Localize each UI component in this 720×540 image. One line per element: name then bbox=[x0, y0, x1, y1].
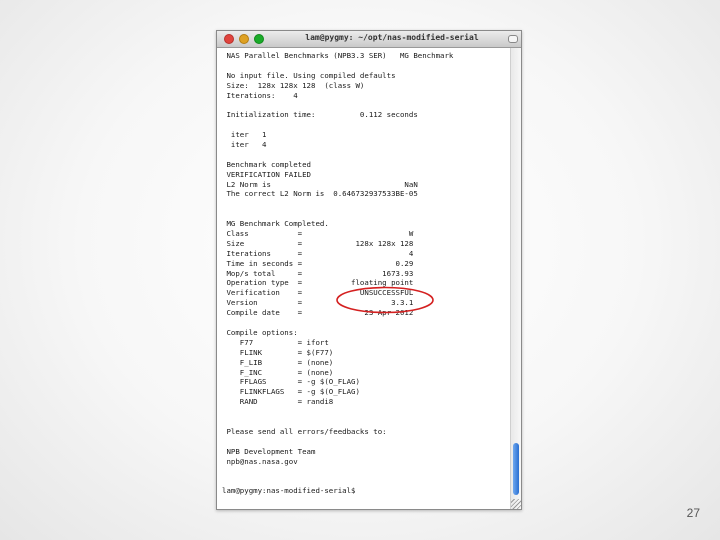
terminal-line: iter 1 bbox=[222, 130, 267, 140]
terminal-line: F_INC = (none) bbox=[222, 367, 334, 377]
window-title: lam@pygmy: ~/opt/nas-modified-serial bbox=[305, 33, 479, 42]
terminal-line: Size: 128x 128x 128 (class W) bbox=[222, 80, 365, 90]
terminal-line: L2 Norm is NaN bbox=[222, 179, 418, 189]
terminal-line: NPB Development Team bbox=[222, 446, 316, 456]
terminal-window: lam@pygmy: ~/opt/nas-modified-serial NAS… bbox=[216, 30, 522, 510]
terminal-line: FFLAGS = -g $(O_FLAG) bbox=[222, 377, 360, 387]
terminal-line: RAND = randi8 bbox=[222, 397, 334, 407]
terminal-line: Initialization time: 0.112 seconds bbox=[222, 110, 418, 120]
terminal-line: Compile options: bbox=[222, 327, 298, 337]
terminal-lines: NAS Parallel Benchmarks (NPB3.3 SER) MG … bbox=[217, 48, 511, 496]
terminal-line: Iterations = 4 bbox=[222, 248, 414, 258]
minimize-icon[interactable] bbox=[239, 34, 249, 44]
terminal-line: NAS Parallel Benchmarks (NPB3.3 SER) MG … bbox=[222, 51, 454, 60]
terminal-line: Size = 128x 128x 128 bbox=[222, 238, 414, 248]
terminal-line: Verification = UNSUCCESSFUL bbox=[222, 288, 414, 298]
vertical-scrollbar[interactable] bbox=[510, 48, 521, 509]
terminal-line: The correct L2 Norm is 0.646732937533BE-… bbox=[222, 189, 418, 199]
terminal-line: Time in seconds = 0.29 bbox=[222, 258, 414, 268]
toolbar-toggle-icon[interactable] bbox=[508, 35, 518, 43]
terminal-line: npb@nas.nasa.gov bbox=[222, 456, 298, 466]
terminal-line: FLINK = $(F77) bbox=[222, 347, 334, 357]
terminal-line: FLINKFLAGS = -g $(O_FLAG) bbox=[222, 387, 360, 397]
terminal-line: iter 4 bbox=[222, 140, 267, 150]
window-titlebar[interactable]: lam@pygmy: ~/opt/nas-modified-serial bbox=[217, 31, 521, 48]
terminal-line: No input file. Using compiled defaults bbox=[222, 70, 396, 80]
resize-grip-icon[interactable] bbox=[511, 499, 521, 509]
terminal-line: F_LIB = (none) bbox=[222, 357, 334, 367]
terminal-line: Operation type = floating point bbox=[222, 278, 414, 288]
terminal-line: VERIFICATION FAILED bbox=[222, 169, 311, 179]
terminal-line: Class = W bbox=[222, 229, 414, 239]
terminal-line: Version = 3.3.1 bbox=[222, 298, 414, 308]
terminal-line: Please send all errors/feedbacks to: bbox=[222, 426, 387, 436]
terminal-line: Iterations: 4 bbox=[222, 90, 298, 100]
terminal-output[interactable]: NAS Parallel Benchmarks (NPB3.3 SER) MG … bbox=[217, 48, 511, 509]
terminal-line: Compile date = 23 Apr 2012 bbox=[222, 308, 414, 318]
scrollbar-thumb[interactable] bbox=[513, 443, 519, 495]
close-icon[interactable] bbox=[224, 34, 234, 44]
terminal-line: Mop/s total = 1673.93 bbox=[222, 268, 414, 278]
terminal-line: Benchmark completed bbox=[222, 159, 311, 169]
terminal-line: lam@pygmy:nas-modified-serial$ bbox=[222, 486, 356, 496]
terminal-line: MG Benchmark Completed. bbox=[222, 219, 329, 229]
slide-number: 27 bbox=[686, 506, 700, 520]
terminal-line: F77 = ifort bbox=[222, 337, 329, 347]
zoom-icon[interactable] bbox=[254, 34, 264, 44]
